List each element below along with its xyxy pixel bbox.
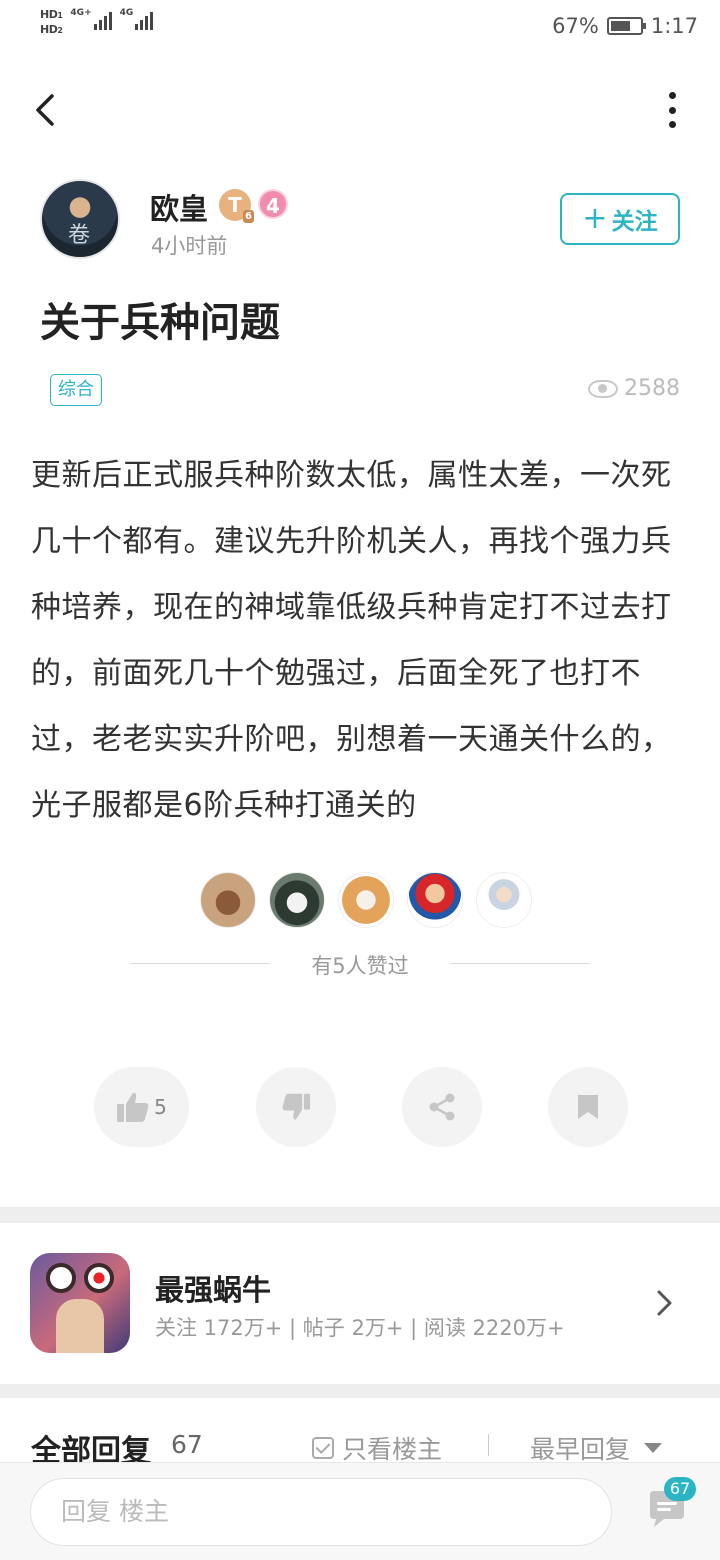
post-body: 更新后正式服兵种阶数太低，属性太差，一次死几十个都有。建议先升阶机关人，再找个强… (31, 458, 672, 823)
back-button[interactable] (28, 90, 68, 130)
sort-label: 最早回复 (530, 1435, 631, 1464)
sim1-number: 1 (57, 11, 63, 20)
section-divider (0, 1384, 720, 1398)
dislike-button[interactable] (256, 1067, 336, 1147)
liker-avatar[interactable] (200, 872, 256, 928)
network-type-2: 4G (119, 8, 134, 18)
sim-labels: HD1 HD2 (40, 8, 63, 38)
likers-avatars[interactable] (200, 872, 532, 928)
chevron-right-icon (657, 1290, 672, 1316)
reply-input[interactable]: 回复 楼主 (30, 1478, 612, 1546)
network-type-1: 4G+ (70, 8, 92, 18)
signal-icon-1: 4G+ (70, 8, 112, 30)
signal-icon-2: 4G (120, 8, 154, 30)
liker-avatar[interactable] (269, 872, 325, 928)
more-button[interactable] (666, 92, 678, 128)
badge-t-letter: T (228, 193, 242, 217)
status-bar: HD1 HD2 4G+ 4G 67% 1:17 (0, 0, 720, 56)
avatar-glyph: 卷 (68, 223, 91, 248)
author-avatar[interactable]: 卷 (40, 179, 120, 259)
author-name[interactable]: 欧皇 (150, 186, 208, 228)
plus-icon: + (582, 201, 608, 236)
post-time: 4小时前 (151, 234, 228, 258)
follow-label: 关注 (611, 209, 658, 235)
liker-avatar[interactable] (476, 872, 532, 928)
badge-t-level: 6 (243, 210, 254, 223)
only-op-label: 只看楼主 (342, 1435, 443, 1464)
bookmark-button[interactable] (548, 1067, 628, 1147)
view-count-value: 2588 (624, 376, 680, 401)
likes-text: 有5人赞过 (311, 954, 409, 978)
like-count: 5 (154, 1095, 167, 1119)
liker-avatar[interactable] (407, 872, 463, 928)
forum-icon (30, 1253, 130, 1353)
section-divider (0, 1207, 720, 1223)
comment-count-badge: 67 (664, 1477, 696, 1501)
caret-down-icon (644, 1443, 663, 1453)
battery-fill (610, 21, 630, 31)
forum-name: 最强蜗牛 (155, 1273, 272, 1307)
liker-avatar[interactable] (338, 872, 394, 928)
action-bar: 5 (0, 1067, 720, 1147)
forum-stats: 关注 172万+ | 帖子 2万+ | 阅读 2220万+ (155, 1316, 565, 1340)
sim2-label: HD (40, 23, 58, 36)
sort-dropdown[interactable]: 最早回复 (530, 1430, 663, 1466)
battery-percent: 67% (552, 14, 599, 38)
battery-icon (606, 17, 646, 35)
share-button[interactable] (402, 1067, 482, 1147)
likes-summary: 有5人赞过 (130, 950, 590, 978)
eye-icon (588, 379, 618, 398)
divider (488, 1434, 489, 1456)
bottom-bar: 回复 楼主 67 (0, 1462, 720, 1560)
thumbs-down-icon (282, 1093, 311, 1120)
view-count: 2588 (588, 376, 680, 401)
replies-count: 67 (171, 1430, 203, 1459)
post-tag[interactable]: 综合 (50, 374, 102, 406)
divider (450, 963, 590, 964)
only-op-toggle[interactable]: 只看楼主 (312, 1430, 442, 1466)
status-right: 67% 1:17 (552, 14, 698, 38)
more-vertical-icon (668, 92, 676, 99)
sim2-number: 2 (57, 26, 63, 35)
thumbs-up-icon (117, 1092, 149, 1122)
post-title: 关于兵种问题 (40, 300, 280, 346)
share-icon (429, 1093, 455, 1121)
network-indicators: HD1 HD2 4G+ 4G (40, 8, 154, 38)
bookmark-icon (578, 1095, 598, 1119)
author-level-badge: 4 (258, 189, 288, 219)
like-button[interactable]: 5 (94, 1067, 189, 1147)
author-title-badge: T6 (219, 189, 254, 223)
follow-button[interactable]: + 关注 (560, 193, 680, 245)
clock: 1:17 (650, 14, 698, 38)
sim1-label: HD (40, 8, 58, 21)
checkbox-icon (312, 1437, 334, 1459)
chevron-left-icon (36, 94, 54, 126)
